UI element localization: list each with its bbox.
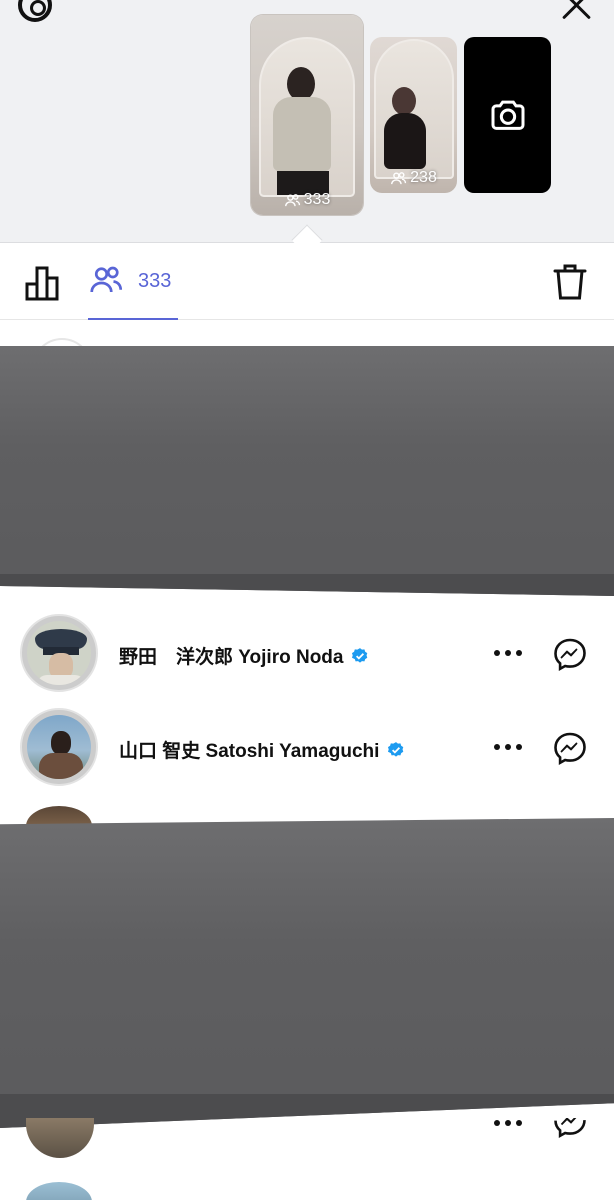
story-image-person xyxy=(392,87,416,115)
story-viewer-count: 238 xyxy=(370,169,457,187)
verified-badge-icon xyxy=(352,647,368,663)
story-image-person-body xyxy=(384,113,426,169)
messenger-icon[interactable] xyxy=(552,637,588,673)
messenger-icon[interactable] xyxy=(552,1118,588,1140)
story-tray: 333 238 xyxy=(0,0,614,243)
viewer-name[interactable]: 山口 智史 Satoshi Yamaguchi xyxy=(119,736,405,763)
more-icon[interactable] xyxy=(494,744,522,754)
tab-viewers[interactable]: 333 xyxy=(88,262,178,320)
people-icon xyxy=(391,171,407,184)
avatar[interactable] xyxy=(20,708,98,786)
story-image-person xyxy=(287,67,315,101)
redacted-block xyxy=(0,818,614,1128)
story-thumbnail[interactable]: 238 xyxy=(370,37,457,193)
messenger-icon[interactable] xyxy=(552,731,588,767)
list-item[interactable]: 野田 洋次郎 Yojiro Noda xyxy=(0,610,614,700)
hat-shape xyxy=(35,629,87,649)
avatar xyxy=(26,1118,94,1158)
story-viewer-count: 333 xyxy=(251,191,363,209)
close-icon[interactable] xyxy=(558,0,594,22)
redacted-block xyxy=(0,346,614,596)
story-viewers-toolbar: 333 xyxy=(0,244,614,320)
people-icon xyxy=(284,193,300,206)
add-story-button[interactable] xyxy=(464,37,551,193)
viewer-name-text: 山口 智史 Satoshi Yamaguchi xyxy=(119,741,380,762)
people-icon xyxy=(90,266,123,293)
redacted-block-edge xyxy=(0,574,614,596)
more-icon[interactable] xyxy=(494,650,522,660)
story-viewer-count-text: 333 xyxy=(303,191,331,208)
shirt xyxy=(39,753,83,779)
avatar-photo xyxy=(27,715,91,779)
settings-gear-icon[interactable] xyxy=(18,0,52,22)
list-item[interactable]: 山口 智史 Satoshi Yamaguchi xyxy=(0,704,614,794)
more-icon[interactable] xyxy=(494,1120,522,1130)
camera-icon xyxy=(491,100,525,130)
viewers-count: 333 xyxy=(138,270,172,292)
story-viewer-count-text: 238 xyxy=(410,169,437,186)
avatar xyxy=(26,1182,92,1200)
story-image-person-body xyxy=(273,97,331,171)
face xyxy=(51,731,71,755)
story-thumbnail-selected[interactable]: 333 xyxy=(251,15,363,215)
shirt xyxy=(37,675,85,685)
bar-chart-icon[interactable] xyxy=(24,264,62,302)
viewer-name-text: 野田 洋次郎 Yojiro Noda xyxy=(119,647,344,668)
tab-indicator xyxy=(88,318,178,320)
avatar-photo xyxy=(27,621,91,685)
viewer-name[interactable]: 野田 洋次郎 Yojiro Noda xyxy=(119,642,369,669)
trash-icon[interactable] xyxy=(552,262,588,302)
avatar[interactable] xyxy=(20,614,98,692)
verified-badge-icon xyxy=(388,741,404,757)
